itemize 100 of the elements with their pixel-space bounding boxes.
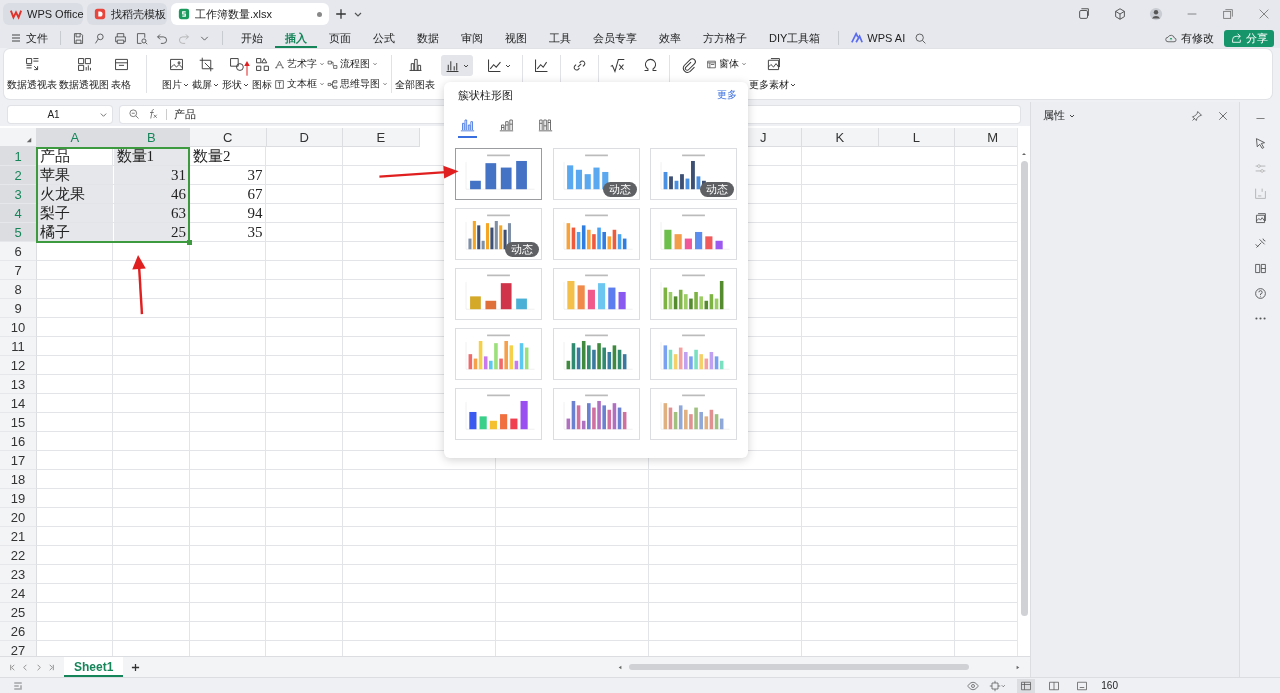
row-header[interactable]: 26: [0, 622, 37, 641]
function-icon[interactable]: [147, 108, 159, 120]
document-tab[interactable]: WPS Office: [3, 3, 83, 25]
scroll-up-icon[interactable]: [1020, 150, 1028, 158]
add-sheet-icon[interactable]: [131, 662, 141, 672]
row-header[interactable]: 3: [0, 185, 37, 204]
previous-sheet-icon[interactable]: [21, 662, 30, 672]
close-icon[interactable]: [1257, 7, 1271, 21]
sliders-icon[interactable]: [1253, 162, 1267, 175]
ribbon-tab[interactable]: 页面: [319, 28, 361, 48]
avatar-icon[interactable]: [1149, 7, 1163, 21]
row-header[interactable]: 23: [0, 565, 37, 584]
row-header[interactable]: 10: [0, 318, 37, 337]
row-header[interactable]: 13: [0, 375, 37, 394]
ribbon-tab[interactable]: 方方格子: [693, 28, 757, 48]
ribbon-tab[interactable]: 开始: [231, 28, 273, 48]
column-header[interactable]: L: [878, 128, 955, 147]
formula-field[interactable]: 产品: [174, 106, 196, 122]
row-header[interactable]: 12: [0, 356, 37, 375]
layout-icon[interactable]: [989, 679, 1008, 692]
ribbon-tab[interactable]: 效率: [649, 28, 691, 48]
new-tab-icon[interactable]: [333, 6, 349, 22]
ribbon-button[interactable]: 图标: [251, 54, 273, 94]
column-header[interactable]: C: [190, 128, 267, 147]
column-header[interactable]: A: [37, 128, 114, 147]
panel-title[interactable]: 属性: [1043, 108, 1076, 123]
print-icon[interactable]: [114, 31, 127, 45]
row-header[interactable]: 27: [0, 641, 37, 656]
ribbon-button[interactable]: 文本框: [273, 76, 326, 92]
first-sheet-icon[interactable]: [8, 662, 17, 672]
ai-button[interactable]: WPS AI: [847, 29, 910, 47]
document-tab[interactable]: 找稻壳模板: [87, 3, 167, 25]
ribbon-button[interactable]: 表格: [110, 54, 132, 94]
tools-icon[interactable]: [1253, 237, 1267, 250]
ribbon-tab[interactable]: 插入: [275, 28, 317, 48]
scrollbar-thumb[interactable]: [1020, 161, 1028, 616]
row-header[interactable]: 16: [0, 432, 37, 451]
ribbon-button[interactable]: 截屏: [191, 54, 221, 94]
row-header[interactable]: 9: [0, 299, 37, 318]
sheet-tab[interactable]: Sheet1: [64, 657, 124, 677]
help-icon[interactable]: [1253, 287, 1267, 300]
share-button[interactable]: 分享: [1224, 29, 1274, 47]
ribbon-tab[interactable]: 会员专享: [583, 28, 647, 48]
row-header[interactable]: 15: [0, 413, 37, 432]
ribbon-button[interactable]: 数据透视表: [6, 54, 58, 94]
normal-view-icon[interactable]: [1017, 678, 1036, 693]
row-header[interactable]: 7: [0, 261, 37, 280]
row-header[interactable]: 19: [0, 489, 37, 508]
ribbon-button[interactable]: 数据透视图: [58, 54, 110, 94]
column-header[interactable]: B: [113, 128, 190, 147]
ribbon-button[interactable]: 流程图: [326, 56, 389, 72]
row-header[interactable]: 25: [0, 603, 37, 622]
row-header[interactable]: 21: [0, 527, 37, 546]
close-icon[interactable]: [1217, 109, 1230, 122]
ribbon-tab[interactable]: 视图: [495, 28, 537, 48]
zoom-icon[interactable]: [128, 108, 140, 120]
cursor-icon[interactable]: [1253, 137, 1267, 150]
ribbon-tab[interactable]: 数据: [407, 28, 449, 48]
row-header[interactable]: 11: [0, 337, 37, 356]
ribbon-button[interactable]: 窗体: [705, 56, 748, 72]
pin-icon[interactable]: [1191, 109, 1204, 122]
row-header[interactable]: 22: [0, 546, 37, 565]
row-header[interactable]: 18: [0, 470, 37, 489]
ribbon-button[interactable]: 更多素材: [748, 54, 798, 94]
undo-icon[interactable]: [156, 31, 169, 45]
save-icon[interactable]: [72, 31, 85, 45]
ribbon-tab[interactable]: 公式: [363, 28, 405, 48]
name-box[interactable]: A1: [8, 105, 112, 123]
picture-stack-icon[interactable]: [1253, 212, 1267, 225]
ribbon-button[interactable]: 图片: [161, 54, 191, 94]
file-menu[interactable]: 文件: [6, 29, 52, 47]
ribbon-tab[interactable]: 审阅: [451, 28, 493, 48]
ribbon-icon-button[interactable]: [441, 55, 473, 76]
zoom-level[interactable]: 160: [1101, 680, 1118, 691]
row-header[interactable]: 20: [0, 508, 37, 527]
column-header[interactable]: M: [955, 128, 1017, 147]
next-sheet-icon[interactable]: [34, 662, 43, 672]
chart-thumbnail[interactable]: 动态: [552, 148, 640, 200]
window-icon[interactable]: [1077, 7, 1091, 21]
ribbon-tab[interactable]: 工具: [539, 28, 581, 48]
more-link[interactable]: 更多: [717, 88, 737, 102]
ribbon-button[interactable]: 艺术字: [273, 56, 326, 72]
chart-thumbnail[interactable]: 动态: [650, 148, 737, 200]
ribbon-button[interactable]: 思维导图: [326, 76, 389, 92]
ribbon-button[interactable]: 形状: [221, 54, 251, 94]
scrollbar-thumb[interactable]: [629, 664, 969, 670]
document-tab[interactable]: 工作簿数量.xlsx: [171, 3, 329, 25]
cube-icon[interactable]: [1113, 7, 1127, 21]
column-header[interactable]: K: [802, 128, 879, 147]
row-header[interactable]: 8: [0, 280, 37, 299]
ribbon-button[interactable]: 全部图表: [394, 54, 436, 94]
row-header[interactable]: 24: [0, 584, 37, 603]
chart-thumbnail[interactable]: 动态: [455, 208, 542, 260]
restore-icon[interactable]: [1221, 7, 1235, 21]
ribbon-tab[interactable]: DIY工具箱: [759, 28, 831, 48]
column-header[interactable]: D: [266, 128, 343, 147]
modified-button[interactable]: 有修改: [1161, 29, 1218, 47]
last-sheet-icon[interactable]: [47, 662, 56, 672]
row-header[interactable]: 14: [0, 394, 37, 413]
row-header[interactable]: 17: [0, 451, 37, 470]
